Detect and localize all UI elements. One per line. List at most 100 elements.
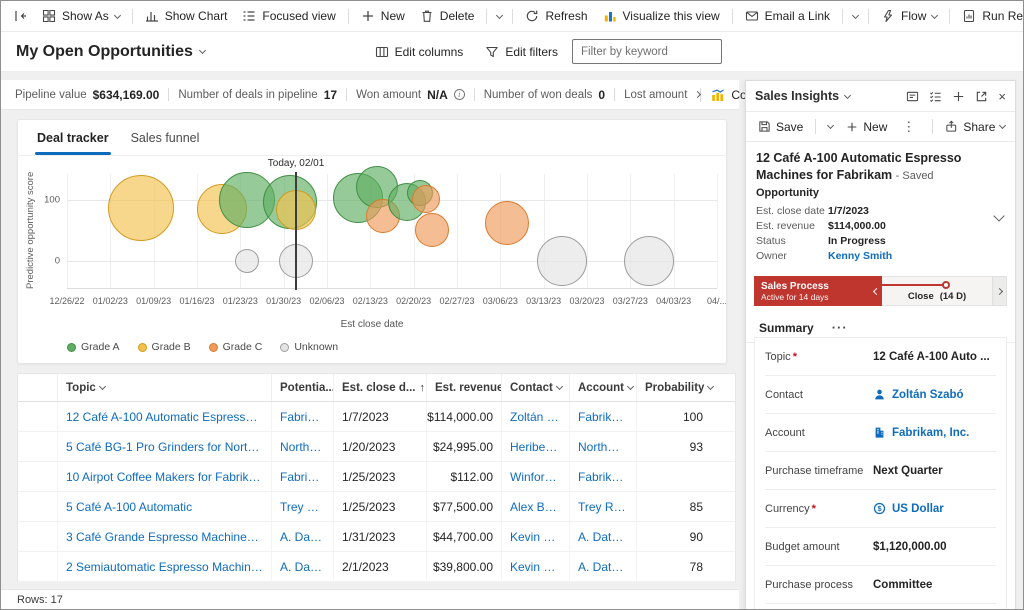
save-button[interactable]: Save [753, 115, 808, 139]
tab-sales-funnel[interactable]: Sales funnel [120, 120, 211, 155]
column-header[interactable]: Topic [58, 374, 272, 401]
delete-button[interactable]: Delete [413, 4, 482, 28]
link-topic[interactable]: 2 Semiautomatic Espresso Machines for A.… [66, 560, 263, 574]
legend-item[interactable]: Grade B [138, 341, 191, 353]
add-icon[interactable] [952, 90, 965, 103]
table-row[interactable]: 10 Airpot Coffee Makers for Fabrikam Fabr… [18, 462, 735, 492]
focused-view-button[interactable]: Focused view [235, 4, 342, 28]
chart-bubble[interactable] [415, 213, 449, 247]
link-contact[interactable]: Alex Baker [510, 500, 561, 514]
link-account[interactable]: A. Datum... [578, 560, 628, 574]
link-contact[interactable]: Winford ... [510, 470, 561, 484]
chevron-down-icon[interactable] [99, 383, 106, 390]
form-icon[interactable] [906, 90, 919, 103]
form-field-value[interactable]: Fabrikam, Inc. [873, 426, 996, 439]
link-account[interactable]: Trey Rese... [578, 500, 628, 514]
chart-bubble[interactable] [624, 236, 674, 286]
table-row[interactable]: 2 Semiautomatic Espresso Machines for A.… [18, 552, 735, 582]
form-field-value[interactable]: 12 Café A-100 Auto ... [873, 351, 996, 363]
legend-item[interactable]: Grade A [67, 341, 120, 353]
chart-bubble[interactable] [537, 236, 587, 286]
tasklist-icon[interactable] [929, 90, 942, 103]
collapse-sidebar-button[interactable] [6, 4, 34, 28]
view-selector[interactable]: My Open Opportunities [16, 43, 205, 61]
record-field-value[interactable]: Kenny Smith [828, 249, 892, 264]
link-potential[interactable]: Fabrikam,... [280, 410, 325, 424]
form-field-row[interactable]: Budget amount$1,120,000.00 [765, 528, 996, 566]
new-button[interactable]: New [354, 4, 412, 28]
form-field-row[interactable]: Purchase processCommittee [765, 566, 996, 604]
form-field-row[interactable]: AccountFabrikam, Inc. [765, 414, 996, 452]
link-potential[interactable]: Trey Rese... [280, 500, 325, 514]
form-field-value[interactable]: $1,120,000.00 [873, 541, 996, 553]
form-field-row[interactable]: Topic*12 Café A-100 Auto ... [765, 338, 996, 376]
chart-bubble[interactable] [235, 249, 259, 273]
row-checkbox-cell[interactable] [18, 402, 58, 431]
form-field-value[interactable]: Next Quarter [873, 465, 996, 477]
table-row[interactable]: 5 Café BG-1 Pro Grinders for Northwind T… [18, 432, 735, 462]
link-topic[interactable]: 10 Airpot Coffee Makers for Fabrikam [66, 470, 263, 484]
email-link-dropdown-button[interactable] [848, 4, 863, 28]
link-contact[interactable]: Kevin Ma... [510, 530, 561, 544]
popout-icon[interactable] [975, 90, 988, 103]
form-field-value[interactable]: Zoltán Szabó [873, 388, 996, 401]
chart-bubble[interactable] [412, 185, 440, 213]
form-field-row[interactable]: ContactZoltán Szabó [765, 376, 996, 414]
column-header[interactable]: Est. revenue [427, 374, 502, 401]
form-field-row[interactable]: Currency*$US Dollar [765, 490, 996, 528]
link-potential[interactable]: Fabrikam,... [280, 470, 325, 484]
row-checkbox-cell[interactable] [18, 462, 58, 491]
chevron-down-icon[interactable] [844, 91, 851, 98]
close-icon[interactable]: × [998, 90, 1006, 103]
link-topic[interactable]: 3 Café Grande Espresso Machines for A. D… [66, 530, 263, 544]
link-potential[interactable]: Northwin... [280, 440, 325, 454]
show-chart-button[interactable]: Show Chart [138, 4, 235, 28]
flow-button[interactable]: Flow [874, 4, 944, 28]
form-field-value[interactable]: Committee [873, 579, 996, 591]
link-account[interactable]: Fabrikam,... [578, 470, 628, 484]
filter-keyword-input[interactable] [572, 39, 722, 64]
chart-bubble[interactable] [485, 201, 529, 245]
chevron-down-icon[interactable] [707, 383, 714, 390]
legend-item[interactable]: Unknown [280, 341, 338, 353]
link-potential[interactable]: A. Datum... [280, 530, 325, 544]
link-contact[interactable]: Kevin Ma... [510, 560, 561, 574]
link-account[interactable]: Northwin... [578, 440, 628, 454]
column-header[interactable]: Potentia...* [272, 374, 334, 401]
column-header[interactable]: Contact [502, 374, 570, 401]
bpf-active-stage[interactable]: Sales Process Active for 14 days [754, 276, 882, 306]
row-checkbox-cell[interactable] [18, 522, 58, 551]
link-potential[interactable]: A. Datum... [280, 560, 325, 574]
form-field-row[interactable]: Purchase timeframeNext Quarter [765, 452, 996, 490]
edit-filters-button[interactable]: Edit filters [477, 39, 566, 65]
bpf-prev-chevron-icon[interactable] [873, 287, 880, 294]
table-row[interactable]: 5 Café A-100 AutomaticTrey Rese...1/25/2… [18, 492, 735, 522]
form-field-value[interactable]: $US Dollar [873, 502, 996, 515]
table-row[interactable]: 12 Café A-100 Automatic Espresso Machi..… [18, 402, 735, 432]
table-row[interactable]: 3 Café Grande Espresso Machines for A. D… [18, 522, 735, 552]
row-checkbox-cell[interactable] [18, 432, 58, 461]
column-header[interactable]: Probability [637, 374, 737, 401]
link-topic[interactable]: 5 Café A-100 Automatic [66, 500, 192, 514]
tab-deal-tracker[interactable]: Deal tracker [26, 120, 120, 155]
link-contact[interactable]: Zoltán Sz... [510, 410, 561, 424]
link-contact[interactable]: Heriberto... [510, 440, 561, 454]
visualize-view-button[interactable]: Visualize this view [596, 4, 727, 28]
legend-item[interactable]: Grade C [209, 341, 263, 353]
edit-columns-button[interactable]: Edit columns [367, 39, 472, 65]
link-account[interactable]: A. Datum... [578, 530, 628, 544]
column-header[interactable]: Est. close d...↑ [334, 374, 427, 401]
link-topic[interactable]: 12 Café A-100 Automatic Espresso Machi..… [66, 410, 263, 424]
refresh-button[interactable]: Refresh [518, 4, 594, 28]
info-icon[interactable]: i [454, 89, 465, 100]
share-button[interactable]: Share [940, 115, 1010, 139]
save-dropdown-button[interactable] [823, 115, 838, 139]
column-header[interactable]: Account [570, 374, 637, 401]
link-topic[interactable]: 5 Café BG-1 Pro Grinders for Northwind T… [66, 440, 263, 454]
bpf-next-chevron[interactable] [992, 276, 1007, 306]
row-checkbox-cell[interactable] [18, 552, 58, 581]
chevron-down-icon[interactable] [627, 383, 634, 390]
bpf-stage-dot[interactable] [942, 281, 950, 289]
tabs-more-icon[interactable]: ··· [832, 320, 848, 335]
panel-new-button[interactable]: New [841, 115, 892, 139]
